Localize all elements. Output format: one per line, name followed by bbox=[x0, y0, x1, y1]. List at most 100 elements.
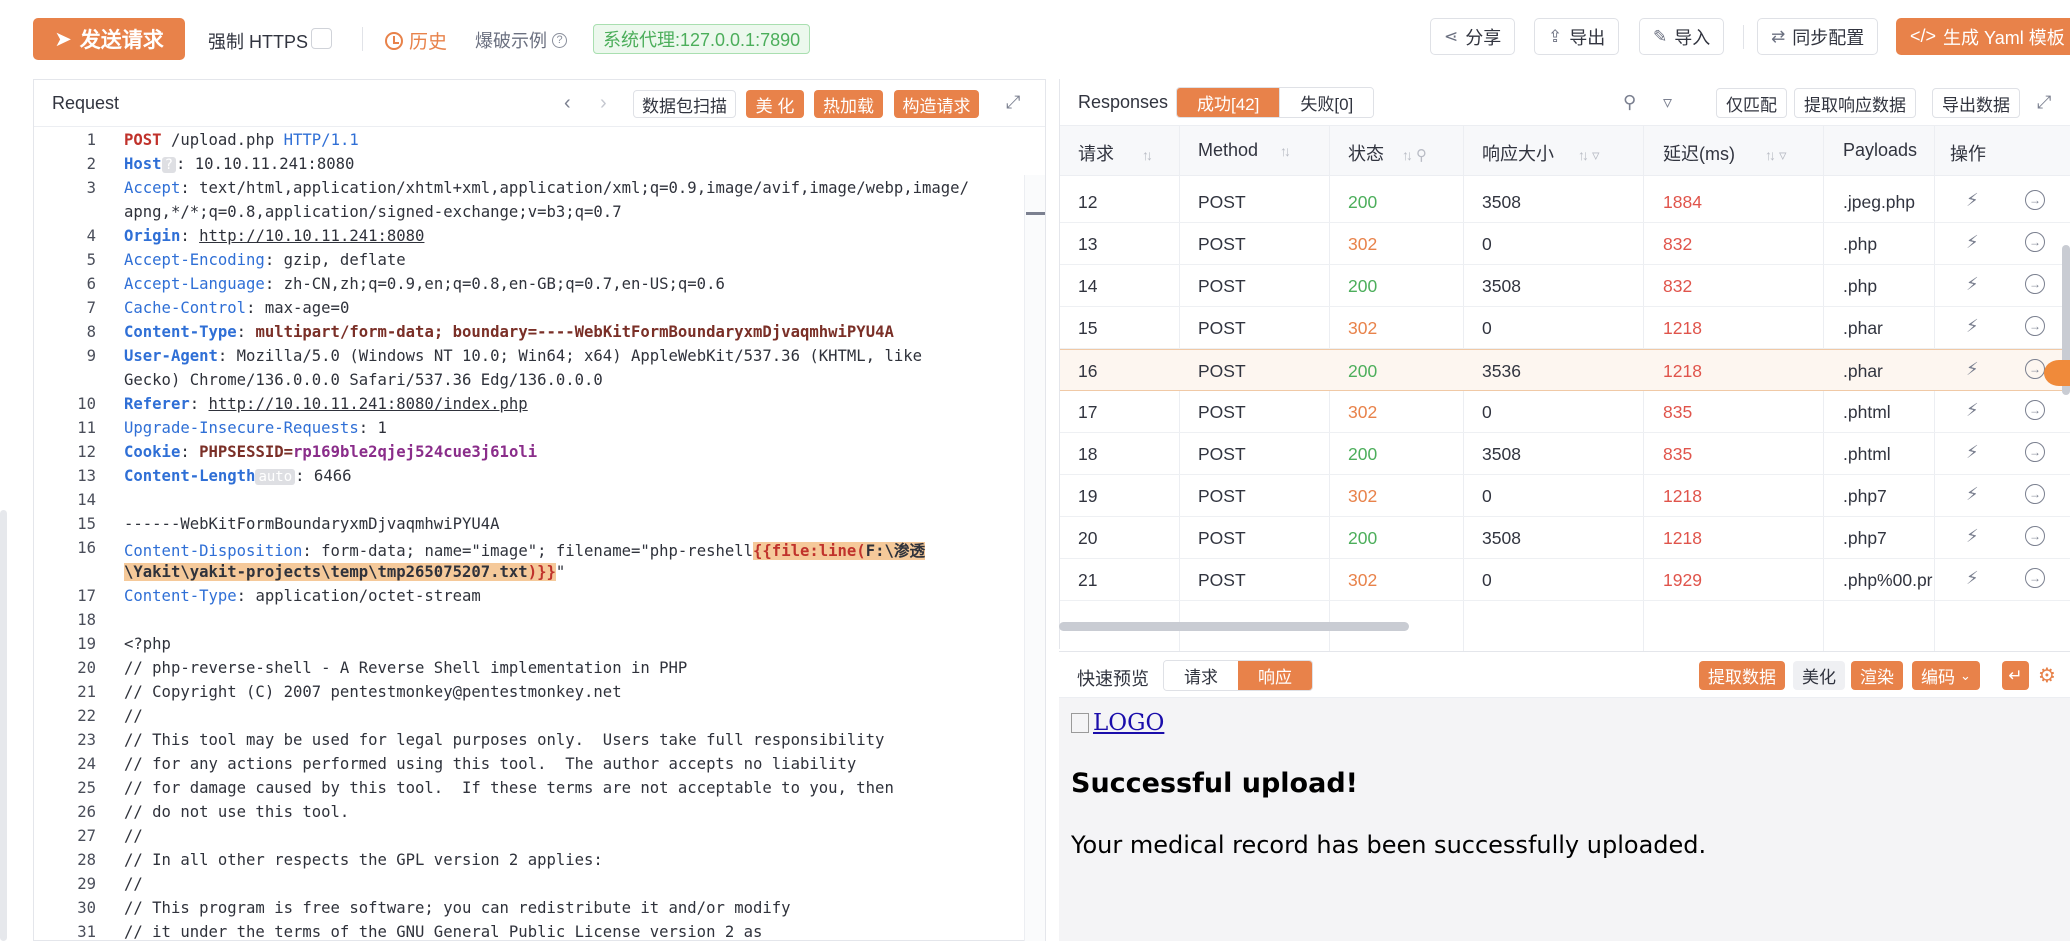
search-icon[interactable]: ⚲ bbox=[1416, 147, 1427, 164]
table-row[interactable]: 14 POST 200 3508 832 .php ⚡ → bbox=[1060, 265, 2070, 307]
column-status[interactable]: 状态 ↑↓ ⚲ bbox=[1348, 140, 1427, 166]
line-number: 11 bbox=[77, 419, 96, 437]
assistant-mascot-icon[interactable] bbox=[2044, 360, 2070, 386]
only-match-button[interactable]: 仅匹配 bbox=[1716, 88, 1787, 118]
lightning-icon[interactable]: ⚡ bbox=[1966, 442, 1979, 463]
open-detail-icon[interactable]: → bbox=[2025, 316, 2045, 336]
table-row[interactable]: 17 POST 302 0 835 .phtml ⚡ → bbox=[1060, 391, 2070, 433]
open-detail-icon[interactable]: → bbox=[2025, 526, 2045, 546]
sort-icon[interactable]: ↑↓ bbox=[1402, 147, 1413, 163]
request-editor-scrollbar[interactable] bbox=[1024, 175, 1045, 941]
cell-method: POST bbox=[1198, 444, 1246, 464]
scrollbar-thumb[interactable] bbox=[1026, 212, 1045, 215]
lightning-icon[interactable]: ⚡ bbox=[1966, 484, 1979, 505]
fullscreen-icon[interactable]: ⤢ bbox=[1006, 92, 1020, 113]
lightning-icon[interactable]: ⚡ bbox=[1966, 400, 1979, 421]
system-proxy-badge[interactable]: 系统代理:127.0.0.1:7890 bbox=[593, 24, 811, 54]
beautify-button[interactable]: 美 化 bbox=[746, 90, 804, 118]
extract-response-button[interactable]: 提取响应数据 bbox=[1794, 88, 1916, 118]
results-horizontal-scrollbar[interactable] bbox=[1059, 622, 1409, 631]
table-row[interactable]: 19 POST 302 0 1218 .php7 ⚡ → bbox=[1060, 475, 2070, 517]
history-button[interactable]: 历史 bbox=[385, 27, 447, 54]
packet-scan-button[interactable]: 数据包扫描 bbox=[633, 90, 736, 118]
send-request-button[interactable]: ➤ 发送请求 bbox=[33, 18, 185, 60]
generate-yaml-button[interactable]: </> 生成 Yaml 模板 bbox=[1896, 18, 2070, 55]
beautify-button[interactable]: 美化 bbox=[1793, 661, 1845, 690]
fullscreen-icon[interactable]: ⤢ bbox=[2037, 92, 2051, 113]
sort-icon[interactable]: ↑↓ bbox=[1280, 143, 1291, 159]
sort-icon[interactable]: ↑↓ bbox=[1765, 147, 1776, 163]
lightning-icon[interactable]: ⚡ bbox=[1966, 568, 1979, 589]
code-token: // bbox=[124, 875, 143, 893]
export-data-button[interactable]: 导出数据 bbox=[1932, 88, 2020, 118]
inline-tag[interactable]: auto bbox=[255, 469, 296, 485]
tab-response[interactable]: 响应 bbox=[1238, 661, 1312, 690]
open-detail-icon[interactable]: → bbox=[2025, 484, 2045, 504]
sort-icon[interactable]: ↑↓ bbox=[1578, 147, 1589, 163]
responses-panel: Responses 成功[42] 失败[0] ⚲ ▿ 仅匹配 提取响应数据 导出… bbox=[1059, 79, 2070, 651]
table-row[interactable]: 16 POST 200 3536 1218 .phar ⚡ → bbox=[1060, 349, 2070, 391]
hot-load-button[interactable]: 热加载 bbox=[814, 90, 883, 118]
filter-icon[interactable]: ▿ bbox=[1779, 147, 1787, 164]
code-token: : gzip, deflate bbox=[264, 251, 406, 269]
sync-config-button[interactable]: ⇄ 同步配置 bbox=[1757, 18, 1879, 55]
filter-icon[interactable]: ▿ bbox=[1663, 92, 1672, 113]
open-detail-icon[interactable]: → bbox=[2025, 442, 2045, 462]
lightning-icon[interactable]: ⚡ bbox=[1966, 359, 1979, 380]
gear-icon[interactable]: ⚙ bbox=[2038, 663, 2056, 688]
fuzz-example-link[interactable]: 爆破示例 ? bbox=[475, 27, 567, 53]
cell-method: POST bbox=[1198, 486, 1246, 506]
filter-icon[interactable]: ▿ bbox=[1592, 147, 1600, 164]
share-button[interactable]: ⋖ 分享 bbox=[1430, 18, 1516, 55]
open-detail-icon[interactable]: → bbox=[2025, 274, 2045, 294]
lightning-icon[interactable]: ⚡ bbox=[1966, 190, 1979, 211]
open-detail-icon[interactable]: → bbox=[2025, 232, 2045, 252]
cell-method: POST bbox=[1198, 528, 1246, 548]
next-arrow-icon[interactable]: › bbox=[600, 92, 607, 115]
table-row[interactable]: 21 POST 302 0 1929 .php%00.pr ⚡ → bbox=[1060, 559, 2070, 601]
sort-icon[interactable]: ↑↓ bbox=[1142, 147, 1153, 163]
column-delay[interactable]: 延迟(ms) ↑↓ ▿ bbox=[1663, 140, 1787, 166]
lightning-icon[interactable]: ⚡ bbox=[1966, 316, 1979, 337]
search-icon[interactable]: ⚲ bbox=[1623, 92, 1636, 113]
column-response-size[interactable]: 响应大小 ↑↓ ▿ bbox=[1482, 140, 1600, 166]
open-detail-icon[interactable]: → bbox=[2025, 400, 2045, 420]
line-number: 19 bbox=[77, 635, 96, 653]
table-row[interactable]: 12 POST 200 3508 1884 .jpeg.php ⚡ → bbox=[1060, 181, 2070, 223]
export-button[interactable]: ⇪ 导出 bbox=[1534, 18, 1620, 55]
table-row[interactable]: 18 POST 200 3508 835 .phtml ⚡ → bbox=[1060, 433, 2070, 475]
code-line: Host?: 10.10.11.241:8080 bbox=[124, 155, 354, 173]
left-scrollbar[interactable] bbox=[0, 510, 7, 941]
enter-icon[interactable]: ↵ bbox=[2002, 661, 2029, 690]
column-payloads[interactable]: Payloads bbox=[1843, 140, 1917, 161]
import-button[interactable]: ✎ 导入 bbox=[1639, 18, 1725, 55]
table-row[interactable]: 15 POST 302 0 1218 .phar ⚡ → bbox=[1060, 307, 2070, 349]
code-line: // Copyright (C) 2007 pentestmonkey@pent… bbox=[124, 683, 622, 701]
inline-tag[interactable]: ? bbox=[161, 157, 176, 173]
open-detail-icon[interactable]: → bbox=[2025, 190, 2045, 210]
construct-request-button[interactable]: 构造请求 bbox=[894, 90, 979, 118]
cell-payload: .phtml bbox=[1843, 402, 1891, 422]
encode-dropdown[interactable]: 编码 ⌄ bbox=[1912, 661, 1980, 690]
extract-data-button[interactable]: 提取数据 bbox=[1699, 661, 1785, 690]
lightning-icon[interactable]: ⚡ bbox=[1966, 526, 1979, 547]
tab-failed[interactable]: 失败[0] bbox=[1279, 88, 1374, 117]
column-method[interactable]: Method ↑↓ bbox=[1198, 140, 1291, 161]
lightning-icon[interactable]: ⚡ bbox=[1966, 232, 1979, 253]
cell-payload: .phtml bbox=[1843, 444, 1891, 464]
request-editor[interactable]: 1 POST /upload.php HTTP/1.1 2 Host?: 10.10.… bbox=[34, 128, 1024, 941]
column-request[interactable]: 请求 ↑↓ bbox=[1078, 140, 1153, 166]
tab-request[interactable]: 请求 bbox=[1164, 661, 1238, 690]
render-button[interactable]: 渲染 bbox=[1851, 661, 1903, 690]
divider bbox=[362, 27, 363, 51]
cell-payload: .phar bbox=[1843, 361, 1883, 381]
open-detail-icon[interactable]: → bbox=[2025, 568, 2045, 588]
lightning-icon[interactable]: ⚡ bbox=[1966, 274, 1979, 295]
logo-link[interactable]: LOGO bbox=[1071, 710, 1164, 736]
previous-arrow-icon[interactable]: ‹ bbox=[564, 92, 571, 115]
tab-success[interactable]: 成功[42] bbox=[1177, 88, 1280, 117]
table-row[interactable]: 20 POST 200 3508 1218 .php7 ⚡ → bbox=[1060, 517, 2070, 559]
table-row[interactable]: 13 POST 302 0 832 .php ⚡ → bbox=[1060, 223, 2070, 265]
open-detail-icon[interactable]: → bbox=[2025, 359, 2045, 379]
force-https-checkbox[interactable] bbox=[311, 28, 332, 49]
